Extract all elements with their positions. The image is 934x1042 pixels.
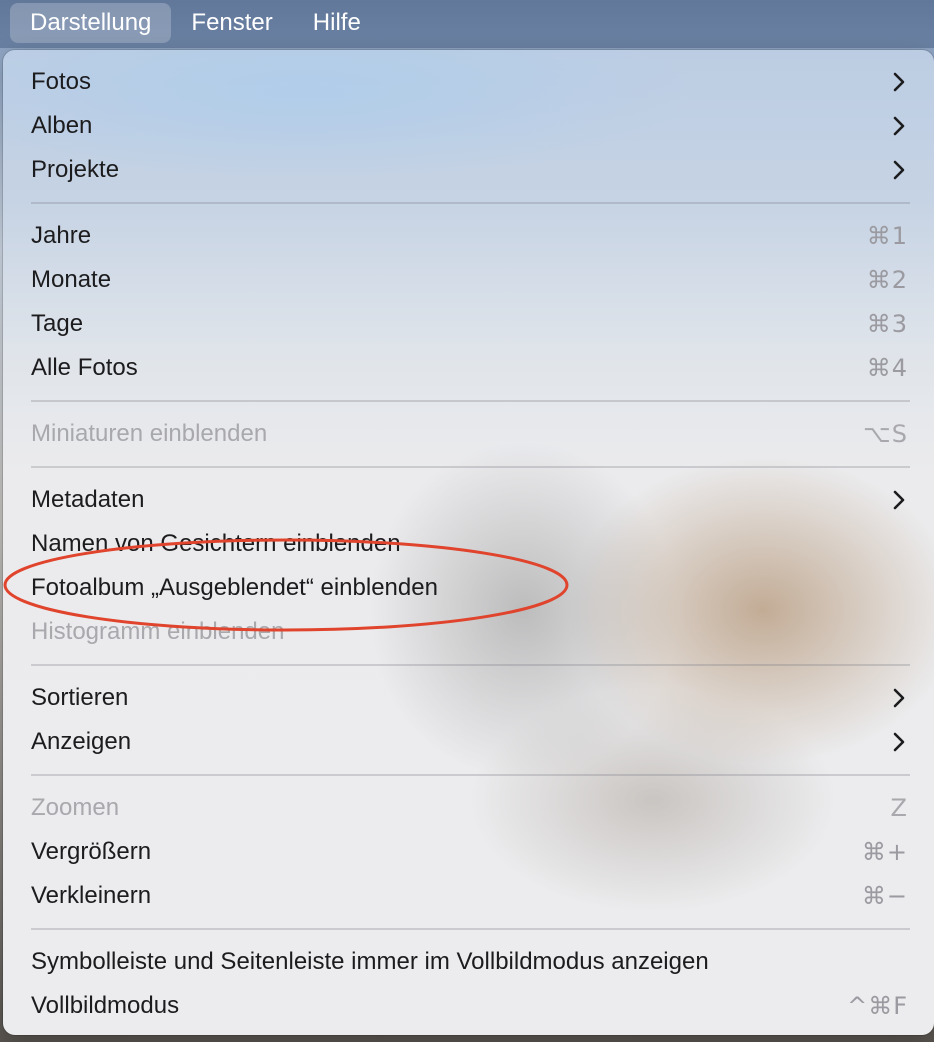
chevron-right-icon (893, 72, 905, 92)
menu-item-miniaturen-einblenden: Miniaturen einblenden ⌥S (3, 412, 934, 456)
menu-item-tage[interactable]: Tage ⌘3 (3, 302, 934, 346)
menu-item-label: Sortieren (31, 684, 129, 711)
menu-item-label: Vergrößern (31, 838, 152, 865)
menu-bar: Darstellung Fenster Hilfe (0, 0, 934, 48)
menu-item-monate[interactable]: Monate ⌘2 (3, 258, 934, 302)
menu-separator (31, 400, 910, 402)
shortcut-label: ⌘3 (866, 310, 908, 338)
chevron-right-icon (893, 490, 905, 510)
chevron-right-icon (893, 732, 905, 752)
shortcut-label: ⌘+ (861, 838, 908, 866)
menu-separator (31, 202, 910, 204)
menu-item-label: Vollbildmodus (31, 992, 180, 1019)
menu-item-fotos[interactable]: Fotos (3, 60, 934, 104)
menu-item-label: Alben (31, 112, 93, 139)
menu-item-label: Fotos (31, 68, 92, 95)
menubar-hilfe[interactable]: Hilfe (293, 3, 381, 43)
menu-item-label: Zoomen (31, 794, 120, 821)
shortcut-label: ⌘− (861, 882, 908, 910)
menu-item-metadaten[interactable]: Metadaten (3, 478, 934, 522)
menu-item-projekte[interactable]: Projekte (3, 148, 934, 192)
menu-item-jahre[interactable]: Jahre ⌘1 (3, 214, 934, 258)
chevron-right-icon (893, 688, 905, 708)
menu-item-label: Tage (31, 310, 84, 337)
menu-item-vergroessern[interactable]: Vergrößern ⌘+ (3, 830, 934, 874)
menu-item-vollbildmodus[interactable]: Vollbildmodus ^⌘F (3, 984, 934, 1028)
menu-item-label: Histogramm einblenden (31, 618, 285, 645)
menu-item-fotoalbum-ausgeblendet[interactable]: Fotoalbum „Ausgeblendet“ einblenden (3, 566, 934, 610)
shortcut-label: ⌥S (863, 420, 908, 448)
menu-item-sortieren[interactable]: Sortieren (3, 676, 934, 720)
menu-item-anzeigen[interactable]: Anzeigen (3, 720, 934, 764)
darstellung-dropdown-menu: Fotos Alben Projekte Jahre ⌘1 Monate ⌘2 … (3, 50, 934, 1035)
shortcut-label: ⌘1 (866, 222, 908, 250)
shortcut-label: ^⌘F (847, 992, 908, 1020)
menu-item-label: Alle Fotos (31, 354, 138, 381)
menu-item-zoomen: Zoomen Z (3, 786, 934, 830)
shortcut-label: ⌘4 (866, 354, 908, 382)
menu-item-alle-fotos[interactable]: Alle Fotos ⌘4 (3, 346, 934, 390)
menu-separator (31, 466, 910, 468)
menu-item-label: Jahre (31, 222, 92, 249)
menu-item-label: Verkleinern (31, 882, 152, 909)
menu-separator (31, 928, 910, 930)
menubar-darstellung[interactable]: Darstellung (10, 3, 172, 43)
menubar-fenster[interactable]: Fenster (171, 3, 292, 43)
shortcut-label: ⌘2 (866, 266, 908, 294)
shortcut-label: Z (890, 794, 908, 822)
menu-item-label: Anzeigen (31, 728, 132, 755)
menu-item-histogramm-einblenden: Histogramm einblenden (3, 610, 934, 654)
menu-separator (31, 664, 910, 666)
menu-item-label: Monate (31, 266, 112, 293)
menu-item-namen-von-gesichtern[interactable]: Namen von Gesichtern einblenden (3, 522, 934, 566)
menu-item-alben[interactable]: Alben (3, 104, 934, 148)
menu-item-label: Fotoalbum „Ausgeblendet“ einblenden (31, 574, 438, 601)
menu-item-label: Metadaten (31, 486, 145, 513)
chevron-right-icon (893, 160, 905, 180)
menu-separator (31, 774, 910, 776)
menu-item-symbolleiste-vollbild[interactable]: Symbolleiste und Seitenleiste immer im V… (3, 940, 934, 984)
chevron-right-icon (893, 116, 905, 136)
menu-item-label: Projekte (31, 156, 120, 183)
menu-item-label: Symbolleiste und Seitenleiste immer im V… (31, 948, 709, 975)
menu-item-verkleinern[interactable]: Verkleinern ⌘− (3, 874, 934, 918)
menu-item-label: Namen von Gesichtern einblenden (31, 530, 401, 557)
menu-item-label: Miniaturen einblenden (31, 420, 268, 447)
